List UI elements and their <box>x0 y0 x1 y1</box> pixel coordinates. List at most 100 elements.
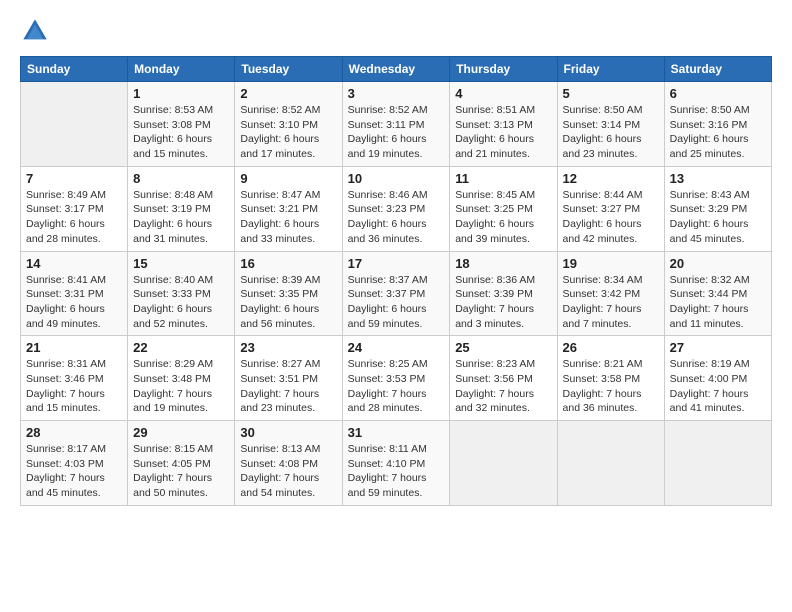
day-info: Sunrise: 8:49 AMSunset: 3:17 PMDaylight:… <box>26 188 122 247</box>
weekday-header-monday: Monday <box>128 57 235 82</box>
calendar-cell: 11 Sunrise: 8:45 AMSunset: 3:25 PMDayligh… <box>450 166 557 251</box>
day-number: 24 <box>348 340 445 355</box>
calendar-cell: 3 Sunrise: 8:52 AMSunset: 3:11 PMDaylight… <box>342 82 450 167</box>
weekday-header-saturday: Saturday <box>664 57 771 82</box>
day-info: Sunrise: 8:32 AMSunset: 3:44 PMDaylight:… <box>670 273 766 332</box>
calendar-cell: 18 Sunrise: 8:36 AMSunset: 3:39 PMDayligh… <box>450 251 557 336</box>
day-number: 15 <box>133 256 229 271</box>
day-number: 3 <box>348 86 445 101</box>
day-info: Sunrise: 8:17 AMSunset: 4:03 PMDaylight:… <box>26 442 122 501</box>
week-row-4: 21 Sunrise: 8:31 AMSunset: 3:46 PMDayligh… <box>21 336 772 421</box>
calendar-cell: 29 Sunrise: 8:15 AMSunset: 4:05 PMDayligh… <box>128 421 235 506</box>
day-info: Sunrise: 8:50 AMSunset: 3:16 PMDaylight:… <box>670 103 766 162</box>
day-number: 13 <box>670 171 766 186</box>
calendar-cell: 19Sunrise: 8:34 AMSunset: 3:42 PMDayligh… <box>557 251 664 336</box>
calendar-cell: 16 Sunrise: 8:39 AMSunset: 3:35 PMDayligh… <box>235 251 342 336</box>
day-info: Sunrise: 8:27 AMSunset: 3:51 PMDaylight:… <box>240 357 336 416</box>
day-info: Sunrise: 8:45 AMSunset: 3:25 PMDaylight:… <box>455 188 551 247</box>
day-info: Sunrise: 8:46 AMSunset: 3:23 PMDaylight:… <box>348 188 445 247</box>
day-number: 27 <box>670 340 766 355</box>
calendar-cell: 21 Sunrise: 8:31 AMSunset: 3:46 PMDayligh… <box>21 336 128 421</box>
day-info: Sunrise: 8:53 AMSunset: 3:08 PMDaylight:… <box>133 103 229 162</box>
day-info: Sunrise: 8:39 AMSunset: 3:35 PMDaylight:… <box>240 273 336 332</box>
day-info: Sunrise: 8:51 AMSunset: 3:13 PMDaylight:… <box>455 103 551 162</box>
day-info: Sunrise: 8:29 AMSunset: 3:48 PMDaylight:… <box>133 357 229 416</box>
page: SundayMondayTuesdayWednesdayThursdayFrid… <box>0 0 792 516</box>
day-number: 18 <box>455 256 551 271</box>
day-number: 4 <box>455 86 551 101</box>
calendar-cell: 13 Sunrise: 8:43 AMSunset: 3:29 PMDayligh… <box>664 166 771 251</box>
day-info: Sunrise: 8:13 AMSunset: 4:08 PMDaylight:… <box>240 442 336 501</box>
calendar-cell: 31 Sunrise: 8:11 AMSunset: 4:10 PMDayligh… <box>342 421 450 506</box>
week-row-5: 28 Sunrise: 8:17 AMSunset: 4:03 PMDayligh… <box>21 421 772 506</box>
day-number: 11 <box>455 171 551 186</box>
day-number: 20 <box>670 256 766 271</box>
day-number: 30 <box>240 425 336 440</box>
calendar-cell: 24 Sunrise: 8:25 AMSunset: 3:53 PMDayligh… <box>342 336 450 421</box>
day-number: 26 <box>563 340 659 355</box>
day-info: Sunrise: 8:43 AMSunset: 3:29 PMDaylight:… <box>670 188 766 247</box>
day-info: Sunrise: 8:11 AMSunset: 4:10 PMDaylight:… <box>348 442 445 501</box>
calendar-cell: 23 Sunrise: 8:27 AMSunset: 3:51 PMDayligh… <box>235 336 342 421</box>
day-number: 9 <box>240 171 336 186</box>
day-number: 31 <box>348 425 445 440</box>
day-number: 17 <box>348 256 445 271</box>
logo-icon <box>20 16 50 46</box>
day-number: 1 <box>133 86 229 101</box>
day-number: 23 <box>240 340 336 355</box>
day-info: Sunrise: 8:48 AMSunset: 3:19 PMDaylight:… <box>133 188 229 247</box>
weekday-header-wednesday: Wednesday <box>342 57 450 82</box>
day-number: 29 <box>133 425 229 440</box>
calendar-cell <box>664 421 771 506</box>
day-number: 6 <box>670 86 766 101</box>
day-number: 16 <box>240 256 336 271</box>
calendar-cell <box>21 82 128 167</box>
calendar-cell: 27 Sunrise: 8:19 AMSunset: 4:00 PMDayligh… <box>664 336 771 421</box>
day-info: Sunrise: 8:37 AMSunset: 3:37 PMDaylight:… <box>348 273 445 332</box>
day-info: Sunrise: 8:15 AMSunset: 4:05 PMDaylight:… <box>133 442 229 501</box>
calendar-cell: 7 Sunrise: 8:49 AMSunset: 3:17 PMDaylight… <box>21 166 128 251</box>
calendar-cell: 20 Sunrise: 8:32 AMSunset: 3:44 PMDayligh… <box>664 251 771 336</box>
day-number: 8 <box>133 171 229 186</box>
day-info: Sunrise: 8:50 AMSunset: 3:14 PMDaylight:… <box>563 103 659 162</box>
calendar-cell: 22Sunrise: 8:29 AMSunset: 3:48 PMDayligh… <box>128 336 235 421</box>
week-row-1: 1 Sunrise: 8:53 AMSunset: 3:08 PMDaylight… <box>21 82 772 167</box>
weekday-header-thursday: Thursday <box>450 57 557 82</box>
calendar-cell: 4 Sunrise: 8:51 AMSunset: 3:13 PMDaylight… <box>450 82 557 167</box>
calendar-cell: 8 Sunrise: 8:48 AMSunset: 3:19 PMDaylight… <box>128 166 235 251</box>
day-number: 25 <box>455 340 551 355</box>
week-row-2: 7 Sunrise: 8:49 AMSunset: 3:17 PMDaylight… <box>21 166 772 251</box>
logo <box>20 16 54 46</box>
day-info: Sunrise: 8:40 AMSunset: 3:33 PMDaylight:… <box>133 273 229 332</box>
day-info: Sunrise: 8:19 AMSunset: 4:00 PMDaylight:… <box>670 357 766 416</box>
day-info: Sunrise: 8:47 AMSunset: 3:21 PMDaylight:… <box>240 188 336 247</box>
week-row-3: 14Sunrise: 8:41 AMSunset: 3:31 PMDayligh… <box>21 251 772 336</box>
calendar-cell: 1 Sunrise: 8:53 AMSunset: 3:08 PMDaylight… <box>128 82 235 167</box>
day-number: 21 <box>26 340 122 355</box>
calendar-cell: 6 Sunrise: 8:50 AMSunset: 3:16 PMDaylight… <box>664 82 771 167</box>
day-number: 10 <box>348 171 445 186</box>
calendar-cell: 5Sunrise: 8:50 AMSunset: 3:14 PMDaylight… <box>557 82 664 167</box>
calendar-table: SundayMondayTuesdayWednesdayThursdayFrid… <box>20 56 772 506</box>
day-info: Sunrise: 8:21 AMSunset: 3:58 PMDaylight:… <box>563 357 659 416</box>
calendar-cell: 10 Sunrise: 8:46 AMSunset: 3:23 PMDayligh… <box>342 166 450 251</box>
day-info: Sunrise: 8:25 AMSunset: 3:53 PMDaylight:… <box>348 357 445 416</box>
calendar-cell: 26 Sunrise: 8:21 AMSunset: 3:58 PMDayligh… <box>557 336 664 421</box>
day-number: 12 <box>563 171 659 186</box>
day-info: Sunrise: 8:36 AMSunset: 3:39 PMDaylight:… <box>455 273 551 332</box>
header <box>20 16 772 46</box>
weekday-header-friday: Friday <box>557 57 664 82</box>
calendar-cell: 14Sunrise: 8:41 AMSunset: 3:31 PMDayligh… <box>21 251 128 336</box>
calendar-cell: 25Sunrise: 8:23 AMSunset: 3:56 PMDayligh… <box>450 336 557 421</box>
calendar-cell <box>450 421 557 506</box>
day-info: Sunrise: 8:52 AMSunset: 3:10 PMDaylight:… <box>240 103 336 162</box>
weekday-header-row: SundayMondayTuesdayWednesdayThursdayFrid… <box>21 57 772 82</box>
day-number: 28 <box>26 425 122 440</box>
day-number: 7 <box>26 171 122 186</box>
day-info: Sunrise: 8:31 AMSunset: 3:46 PMDaylight:… <box>26 357 122 416</box>
day-info: Sunrise: 8:52 AMSunset: 3:11 PMDaylight:… <box>348 103 445 162</box>
day-number: 2 <box>240 86 336 101</box>
day-number: 14 <box>26 256 122 271</box>
calendar-cell: 30 Sunrise: 8:13 AMSunset: 4:08 PMDayligh… <box>235 421 342 506</box>
day-info: Sunrise: 8:44 AMSunset: 3:27 PMDaylight:… <box>563 188 659 247</box>
